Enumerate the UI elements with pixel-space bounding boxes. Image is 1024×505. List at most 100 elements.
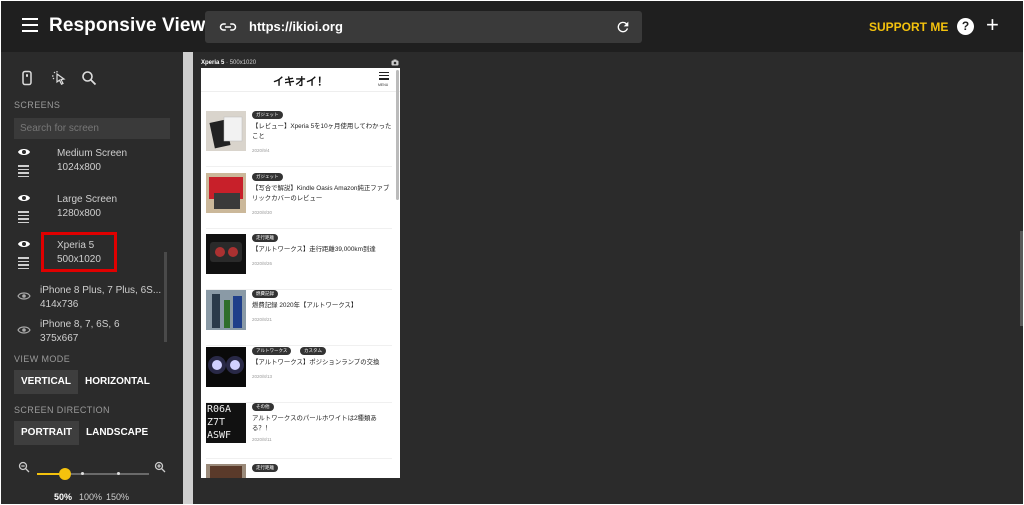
article-title[interactable]: 【レビュー】Xperia 5を10ヶ月使用してわかったこと	[252, 122, 392, 142]
article-thumbnail	[206, 290, 246, 330]
horizontal-button[interactable]: HORIZONTAL	[78, 370, 157, 394]
device-label-name: Xperia 5	[201, 60, 225, 66]
eye-icon[interactable]	[17, 147, 31, 157]
article-date: 2020/9/4	[252, 148, 270, 153]
vertical-button[interactable]: VERTICAL	[14, 370, 78, 394]
article-title[interactable]: 燃費記録 2020年【アルトワークス】	[252, 301, 392, 311]
list-item[interactable]: ガジェット 【レビュー】Xperia 5を10ヶ月使用してわかったこと 2020…	[206, 111, 392, 167]
category-tag[interactable]: 走行距離	[252, 234, 278, 242]
article-title[interactable]: 【写合で解説】Kindle Oasis Amazon純正ファブリックカバーのレビ…	[252, 184, 392, 204]
category-tag[interactable]: カスタム	[300, 347, 326, 355]
article-thumbnail	[206, 173, 246, 213]
screen-size: 375x667	[40, 333, 79, 344]
screen-name: Medium Screen	[57, 148, 128, 159]
add-screen-icon[interactable]: +	[986, 14, 999, 36]
site-menu-label: MENU	[378, 83, 389, 87]
thumbnail-text: Z7T	[207, 417, 226, 428]
canvas-scrollbar[interactable]	[1020, 231, 1023, 326]
top-bar: Responsive Viewer https://ikioi.org SUPP…	[1, 1, 1023, 52]
zoom-tick	[81, 472, 84, 475]
zoom-in-icon[interactable]	[154, 461, 166, 473]
eye-icon[interactable]	[17, 193, 31, 203]
list-item[interactable]: アルトワークス カスタム 【アルトワークス】ポジションランプの交換 2020/8…	[206, 347, 392, 403]
device-label-size: 500x1020	[229, 60, 257, 66]
article-thumbnail	[206, 234, 246, 274]
list-item[interactable]: 走行距離 【アルトワークス】走行距離39,000km到達 2020/8/26	[206, 234, 392, 290]
article-date: 2020/8/13	[252, 374, 273, 379]
screen-search-input[interactable]	[14, 118, 170, 139]
site-title[interactable]: イキオイ！	[201, 73, 400, 89]
camera-icon[interactable]	[391, 59, 399, 66]
category-tag[interactable]: ガジェット	[252, 173, 283, 181]
screen-size: 1024x800	[57, 162, 101, 173]
zoom-out-icon[interactable]	[18, 461, 30, 473]
category-tag[interactable]: ガジェット	[252, 111, 283, 119]
article-thumbnail	[206, 347, 246, 387]
sidebar-resize-handle[interactable]	[183, 52, 193, 504]
list-item[interactable]: R06A Z7T ASWF その他 アルトワークスのパールホワイトは2種類ある？…	[206, 403, 392, 459]
drag-handle-icon[interactable]	[18, 165, 29, 177]
article-thumbnail	[206, 111, 246, 151]
thumbnail-text: ASWF	[207, 430, 232, 441]
category-tag[interactable]: 走行距離	[252, 464, 278, 472]
article-date: 2020/8/30	[252, 210, 273, 215]
screen-item-large[interactable]: Large Screen 1280x800	[1, 190, 169, 234]
screen-name: iPhone 8, 7, 6S, 6	[40, 319, 120, 330]
view-mode-heading: VIEW MODE	[14, 354, 71, 364]
portrait-button[interactable]: PORTRAIT	[14, 421, 80, 445]
url-bar[interactable]: https://ikioi.org	[205, 11, 642, 43]
article-title[interactable]: 【アルトワークス】ポジションランプの交換	[252, 358, 392, 368]
zoom-level-100[interactable]: 100%	[79, 492, 102, 502]
screen-item-iphone-8[interactable]: iPhone 8, 7, 6S, 6 375x667	[1, 316, 169, 344]
list-item[interactable]: ガジェット 【写合で解説】Kindle Oasis Amazon純正ファブリック…	[206, 173, 392, 229]
app-title: Responsive Viewer	[49, 15, 224, 36]
device-scrollbar[interactable]	[396, 70, 399, 200]
eye-off-icon[interactable]	[17, 325, 31, 335]
screen-size: 1280x800	[57, 208, 101, 219]
app-frame: Responsive Viewer https://ikioi.org SUPP…	[1, 1, 1023, 504]
screen-name: Large Screen	[57, 194, 118, 205]
screen-list-scrollbar[interactable]	[164, 252, 167, 342]
list-item[interactable]: 走行距離	[206, 464, 392, 478]
thumbnail-text: R06A	[207, 404, 232, 415]
eye-off-icon[interactable]	[17, 291, 31, 301]
category-tag[interactable]: アルトワークス	[252, 347, 292, 355]
zoom-slider-thumb[interactable]	[59, 468, 71, 480]
screen-size: 414x736	[40, 299, 79, 310]
article-title[interactable]: アルトワークスのパールホワイトは2種類ある？！	[252, 414, 392, 434]
list-item[interactable]: 燃費記録 燃費記録 2020年【アルトワークス】 2020/8/21	[206, 290, 392, 346]
help-icon[interactable]: ?	[957, 18, 974, 35]
article-thumbnail: R06A Z7T ASWF	[206, 403, 246, 443]
site-header: イキオイ！ MENU	[201, 68, 400, 92]
category-tag[interactable]: その他	[252, 403, 274, 411]
device-icon[interactable]	[19, 70, 35, 86]
highlight-box	[41, 232, 117, 272]
landscape-button[interactable]: LANDSCAPE	[79, 421, 155, 445]
reload-icon[interactable]	[615, 19, 631, 35]
link-icon	[219, 23, 237, 31]
device-viewport[interactable]: イキオイ！ MENU ガジェット 【レビュー】Xperia 5を10ヶ月使用して…	[201, 68, 400, 478]
sidebar: SCREENS Medium Screen 1024x800 Large Scr…	[1, 52, 183, 504]
screen-direction-heading: SCREEN DIRECTION	[14, 405, 110, 415]
zoom-level-150[interactable]: 150%	[106, 492, 129, 502]
site-menu-icon[interactable]	[379, 72, 389, 82]
drag-handle-icon[interactable]	[18, 257, 29, 269]
eye-icon[interactable]	[17, 239, 31, 249]
support-me-link[interactable]: SUPPORT ME	[869, 20, 948, 34]
article-date: 2020/8/11	[252, 437, 272, 442]
menu-icon[interactable]	[22, 18, 38, 32]
drag-handle-icon[interactable]	[18, 211, 29, 223]
article-title[interactable]: 【アルトワークス】走行距離39,000km到達	[252, 245, 392, 255]
device-label: Xperia 5 · 500x1020	[201, 60, 257, 66]
screen-item-medium[interactable]: Medium Screen 1024x800	[1, 144, 169, 188]
article-date: 2020/8/26	[252, 261, 273, 266]
zoom-level-50[interactable]: 50%	[54, 492, 72, 502]
pointer-icon[interactable]	[51, 70, 67, 86]
article-date: 2020/8/21	[252, 317, 273, 322]
article-thumbnail	[206, 464, 246, 478]
zoom-tick	[117, 472, 120, 475]
category-tag[interactable]: 燃費記録	[252, 290, 278, 298]
search-icon[interactable]	[81, 70, 97, 86]
screen-name: iPhone 8 Plus, 7 Plus, 6S...	[40, 285, 162, 296]
url-text[interactable]: https://ikioi.org	[249, 19, 343, 34]
